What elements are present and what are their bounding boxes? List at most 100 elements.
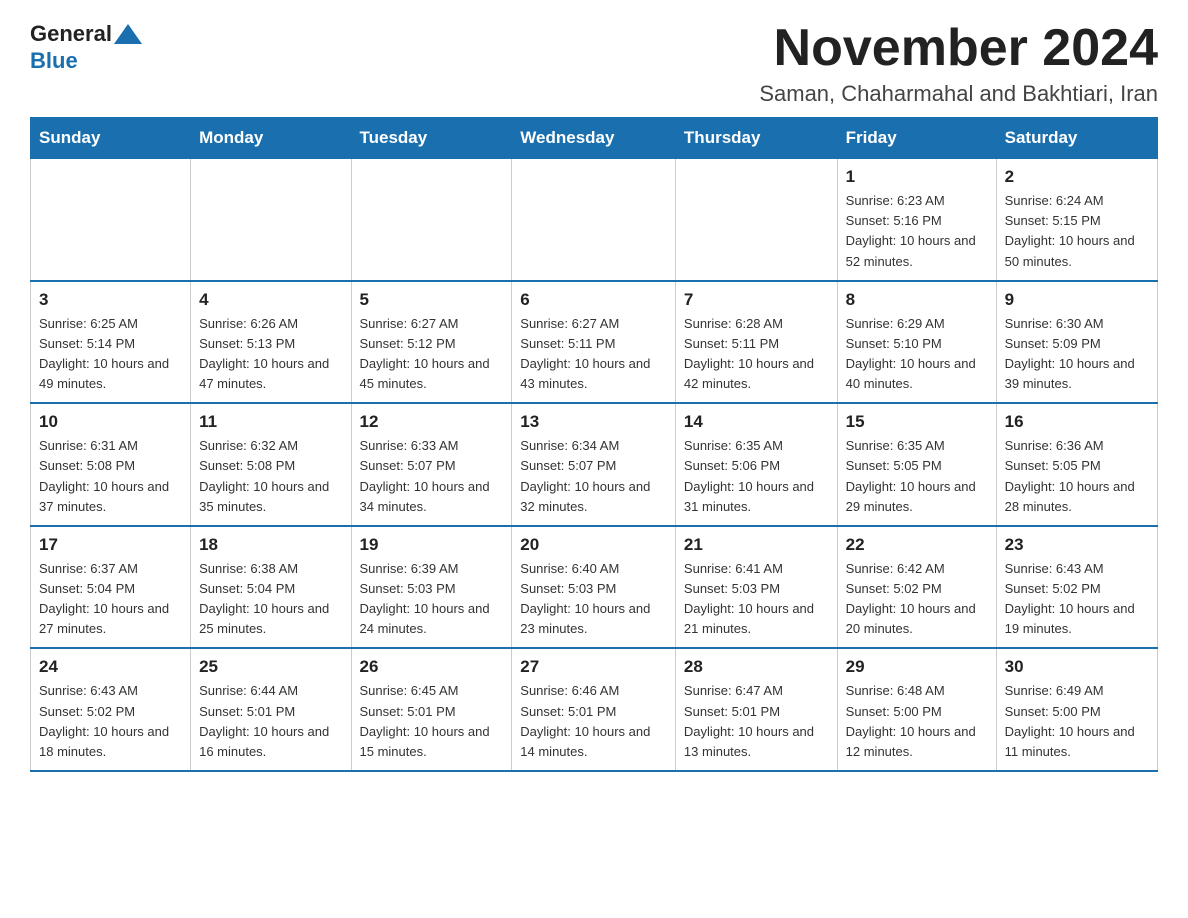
day-number: 7	[684, 290, 829, 310]
calendar-cell: 16 Sunrise: 6:36 AMSunset: 5:05 PMDayligh…	[996, 403, 1157, 526]
day-info: Sunrise: 6:26 AMSunset: 5:13 PMDaylight:…	[199, 314, 342, 395]
calendar-cell	[512, 159, 676, 281]
day-info: Sunrise: 6:48 AMSunset: 5:00 PMDaylight:…	[846, 681, 988, 762]
calendar-cell: 20 Sunrise: 6:40 AMSunset: 5:03 PMDayligh…	[512, 526, 676, 649]
calendar-cell: 14 Sunrise: 6:35 AMSunset: 5:06 PMDayligh…	[675, 403, 837, 526]
header: General Blue November 2024 Saman, Chahar…	[30, 20, 1158, 107]
calendar-body: 1 Sunrise: 6:23 AMSunset: 5:16 PMDaylight…	[31, 159, 1158, 771]
day-number: 26	[360, 657, 504, 677]
day-number: 12	[360, 412, 504, 432]
calendar-cell	[191, 159, 351, 281]
day-info: Sunrise: 6:36 AMSunset: 5:05 PMDaylight:…	[1005, 436, 1149, 517]
day-number: 30	[1005, 657, 1149, 677]
location-title: Saman, Chaharmahal and Bakhtiari, Iran	[759, 81, 1158, 107]
day-info: Sunrise: 6:30 AMSunset: 5:09 PMDaylight:…	[1005, 314, 1149, 395]
day-number: 4	[199, 290, 342, 310]
calendar-cell: 13 Sunrise: 6:34 AMSunset: 5:07 PMDayligh…	[512, 403, 676, 526]
calendar-cell: 4 Sunrise: 6:26 AMSunset: 5:13 PMDaylight…	[191, 281, 351, 404]
calendar-cell: 11 Sunrise: 6:32 AMSunset: 5:08 PMDayligh…	[191, 403, 351, 526]
day-number: 6	[520, 290, 667, 310]
day-info: Sunrise: 6:41 AMSunset: 5:03 PMDaylight:…	[684, 559, 829, 640]
calendar-cell: 29 Sunrise: 6:48 AMSunset: 5:00 PMDayligh…	[837, 648, 996, 771]
day-info: Sunrise: 6:32 AMSunset: 5:08 PMDaylight:…	[199, 436, 342, 517]
logo-general-text: General	[30, 21, 112, 47]
day-number: 9	[1005, 290, 1149, 310]
weekday-header-row: SundayMondayTuesdayWednesdayThursdayFrid…	[31, 118, 1158, 159]
weekday-header-thursday: Thursday	[675, 118, 837, 159]
day-number: 15	[846, 412, 988, 432]
day-info: Sunrise: 6:23 AMSunset: 5:16 PMDaylight:…	[846, 191, 988, 272]
calendar-row-2: 10Sunrise: 6:31 AMSunset: 5:08 PMDayligh…	[31, 403, 1158, 526]
day-info: Sunrise: 6:31 AMSunset: 5:08 PMDaylight:…	[39, 436, 182, 517]
day-number: 25	[199, 657, 342, 677]
day-number: 29	[846, 657, 988, 677]
calendar-cell: 25 Sunrise: 6:44 AMSunset: 5:01 PMDayligh…	[191, 648, 351, 771]
day-number: 16	[1005, 412, 1149, 432]
weekday-header-friday: Friday	[837, 118, 996, 159]
calendar-cell: 17 Sunrise: 6:37 AMSunset: 5:04 PMDayligh…	[31, 526, 191, 649]
day-info: Sunrise: 6:40 AMSunset: 5:03 PMDaylight:…	[520, 559, 667, 640]
day-number: 18	[199, 535, 342, 555]
calendar-cell: 3 Sunrise: 6:25 AMSunset: 5:14 PMDaylight…	[31, 281, 191, 404]
day-info: Sunrise: 6:25 AMSunset: 5:14 PMDaylight:…	[39, 314, 182, 395]
calendar-cell: 9 Sunrise: 6:30 AMSunset: 5:09 PMDaylight…	[996, 281, 1157, 404]
day-info: Sunrise: 6:47 AMSunset: 5:01 PMDaylight:…	[684, 681, 829, 762]
day-info: Sunrise: 6:43 AMSunset: 5:02 PMDaylight:…	[1005, 559, 1149, 640]
day-info: Sunrise: 6:33 AMSunset: 5:07 PMDaylight:…	[360, 436, 504, 517]
calendar-cell: 27Sunrise: 6:46 AMSunset: 5:01 PMDayligh…	[512, 648, 676, 771]
calendar-row-4: 24 Sunrise: 6:43 AMSunset: 5:02 PMDayligh…	[31, 648, 1158, 771]
day-number: 28	[684, 657, 829, 677]
day-info: Sunrise: 6:49 AMSunset: 5:00 PMDaylight:…	[1005, 681, 1149, 762]
calendar-cell: 10Sunrise: 6:31 AMSunset: 5:08 PMDayligh…	[31, 403, 191, 526]
day-number: 8	[846, 290, 988, 310]
calendar-cell: 30 Sunrise: 6:49 AMSunset: 5:00 PMDayligh…	[996, 648, 1157, 771]
calendar-cell: 12 Sunrise: 6:33 AMSunset: 5:07 PMDayligh…	[351, 403, 512, 526]
day-number: 1	[846, 167, 988, 187]
calendar-cell: 21 Sunrise: 6:41 AMSunset: 5:03 PMDayligh…	[675, 526, 837, 649]
day-info: Sunrise: 6:43 AMSunset: 5:02 PMDaylight:…	[39, 681, 182, 762]
weekday-header-sunday: Sunday	[31, 118, 191, 159]
title-area: November 2024 Saman, Chaharmahal and Bak…	[759, 20, 1158, 107]
calendar-cell: 5Sunrise: 6:27 AMSunset: 5:12 PMDaylight…	[351, 281, 512, 404]
day-number: 3	[39, 290, 182, 310]
calendar-cell: 2 Sunrise: 6:24 AMSunset: 5:15 PMDaylight…	[996, 159, 1157, 281]
day-info: Sunrise: 6:24 AMSunset: 5:15 PMDaylight:…	[1005, 191, 1149, 272]
day-number: 19	[360, 535, 504, 555]
day-number: 2	[1005, 167, 1149, 187]
day-info: Sunrise: 6:27 AMSunset: 5:11 PMDaylight:…	[520, 314, 667, 395]
calendar-cell: 24 Sunrise: 6:43 AMSunset: 5:02 PMDayligh…	[31, 648, 191, 771]
day-number: 24	[39, 657, 182, 677]
day-number: 14	[684, 412, 829, 432]
day-number: 27	[520, 657, 667, 677]
calendar-cell: 26 Sunrise: 6:45 AMSunset: 5:01 PMDayligh…	[351, 648, 512, 771]
day-info: Sunrise: 6:35 AMSunset: 5:05 PMDaylight:…	[846, 436, 988, 517]
logo-triangle-icon	[114, 20, 142, 48]
weekday-header-saturday: Saturday	[996, 118, 1157, 159]
day-number: 11	[199, 412, 342, 432]
day-info: Sunrise: 6:37 AMSunset: 5:04 PMDaylight:…	[39, 559, 182, 640]
calendar-cell: 8 Sunrise: 6:29 AMSunset: 5:10 PMDaylight…	[837, 281, 996, 404]
day-info: Sunrise: 6:27 AMSunset: 5:12 PMDaylight:…	[360, 314, 504, 395]
day-info: Sunrise: 6:44 AMSunset: 5:01 PMDaylight:…	[199, 681, 342, 762]
calendar-cell: 22Sunrise: 6:42 AMSunset: 5:02 PMDayligh…	[837, 526, 996, 649]
calendar-cell: 28 Sunrise: 6:47 AMSunset: 5:01 PMDayligh…	[675, 648, 837, 771]
day-info: Sunrise: 6:34 AMSunset: 5:07 PMDaylight:…	[520, 436, 667, 517]
calendar-cell: 1 Sunrise: 6:23 AMSunset: 5:16 PMDaylight…	[837, 159, 996, 281]
day-number: 21	[684, 535, 829, 555]
day-number: 20	[520, 535, 667, 555]
day-info: Sunrise: 6:28 AMSunset: 5:11 PMDaylight:…	[684, 314, 829, 395]
weekday-header-tuesday: Tuesday	[351, 118, 512, 159]
calendar-header: SundayMondayTuesdayWednesdayThursdayFrid…	[31, 118, 1158, 159]
calendar-cell	[675, 159, 837, 281]
weekday-header-monday: Monday	[191, 118, 351, 159]
day-info: Sunrise: 6:45 AMSunset: 5:01 PMDaylight:…	[360, 681, 504, 762]
day-number: 13	[520, 412, 667, 432]
day-number: 17	[39, 535, 182, 555]
day-number: 22	[846, 535, 988, 555]
calendar-cell	[31, 159, 191, 281]
day-info: Sunrise: 6:29 AMSunset: 5:10 PMDaylight:…	[846, 314, 988, 395]
calendar-cell: 7 Sunrise: 6:28 AMSunset: 5:11 PMDaylight…	[675, 281, 837, 404]
day-info: Sunrise: 6:35 AMSunset: 5:06 PMDaylight:…	[684, 436, 829, 517]
calendar-row-3: 17 Sunrise: 6:37 AMSunset: 5:04 PMDayligh…	[31, 526, 1158, 649]
calendar-cell: 6 Sunrise: 6:27 AMSunset: 5:11 PMDaylight…	[512, 281, 676, 404]
